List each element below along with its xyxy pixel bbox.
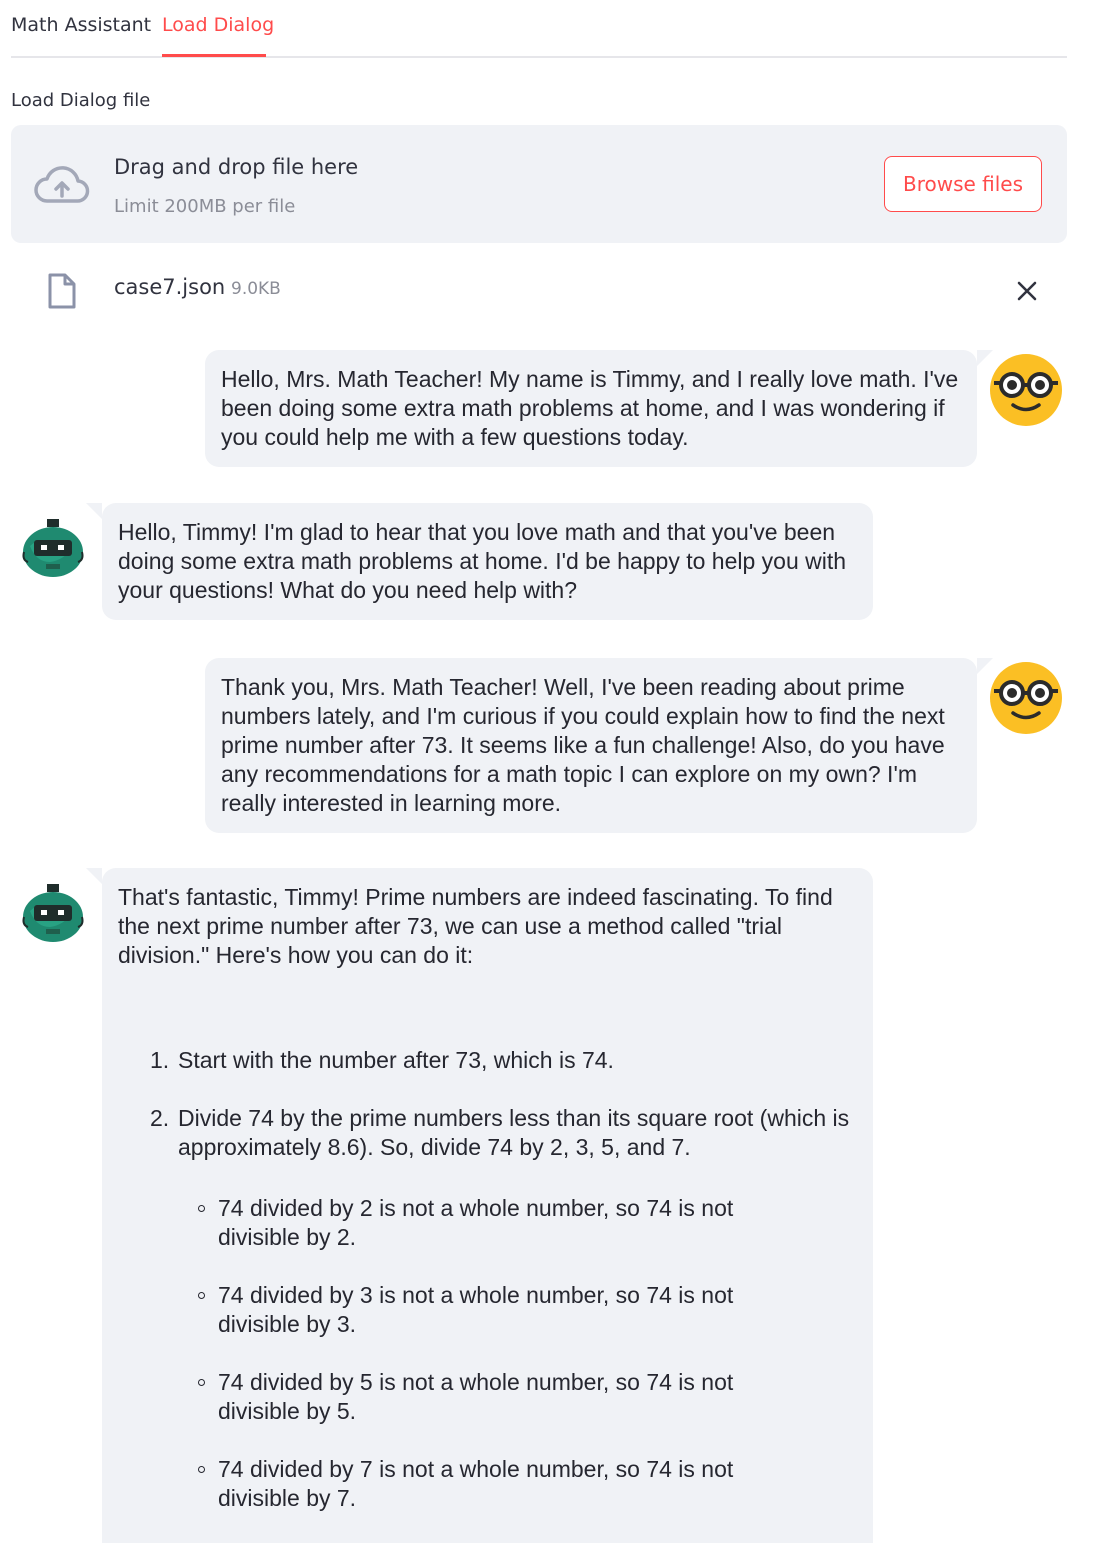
nerd-face-icon <box>990 354 1062 426</box>
steps-list: 1. Start with the number after 73, which… <box>150 1046 850 1191</box>
tab-bar: Math Assistant Load Dialog <box>11 0 1067 58</box>
uploaded-file-row: case7.json 9.0KB <box>11 262 1067 318</box>
chat-message-assistant: That's fantastic, Timmy! Prime numbers a… <box>86 868 873 1543</box>
message-text: Hello, Mrs. Math Teacher! My name is Tim… <box>221 366 959 450</box>
close-icon[interactable] <box>1016 280 1038 302</box>
bullet-item: 74 divided by 5 is not a whole number, s… <box>198 1368 802 1426</box>
list-number: 2. <box>150 1105 170 1131</box>
file-dropzone[interactable]: Drag and drop file here Limit 200MB per … <box>11 125 1067 243</box>
list-item-text: Start with the number after 73, which is… <box>178 1047 614 1073</box>
cloud-upload-icon <box>34 166 90 203</box>
bullet-text: 74 divided by 5 is not a whole number, s… <box>218 1369 734 1424</box>
bullet-text: 74 divided by 2 is not a whole number, s… <box>218 1195 734 1250</box>
robot-icon <box>22 884 84 942</box>
list-item: 2. Divide 74 by the prime numbers less t… <box>150 1104 850 1162</box>
substeps-list: 74 divided by 2 is not a whole number, s… <box>102 1194 802 1542</box>
bullet-item: 74 divided by 2 is not a whole number, s… <box>198 1194 802 1252</box>
bullet-item: 74 divided by 3 is not a whole number, s… <box>198 1281 802 1339</box>
chat-message-assistant: Hello, Timmy! I'm glad to hear that you … <box>86 503 873 620</box>
file-size: 9.0KB <box>231 279 281 299</box>
robot-icon <box>22 519 84 577</box>
bullet-icon <box>198 1466 205 1473</box>
dropzone-limit: Limit 200MB per file <box>114 196 296 217</box>
file-icon <box>48 273 76 309</box>
uploader-label: Load Dialog file <box>11 90 151 111</box>
bullet-icon <box>198 1292 205 1299</box>
list-number: 1. <box>150 1047 170 1073</box>
app-page: Math Assistant Load Dialog Load Dialog f… <box>0 0 1117 1543</box>
chat-message-user: Hello, Mrs. Math Teacher! My name is Tim… <box>205 350 993 467</box>
dropzone-instructions: Drag and drop file here <box>114 155 359 179</box>
bullet-item: 74 divided by 7 is not a whole number, s… <box>198 1455 802 1513</box>
chat-message-user: Thank you, Mrs. Math Teacher! Well, I've… <box>205 658 993 833</box>
bullet-text: 74 divided by 7 is not a whole number, s… <box>218 1456 734 1511</box>
bullet-text: 74 divided by 3 is not a whole number, s… <box>218 1282 734 1337</box>
message-text: Thank you, Mrs. Math Teacher! Well, I've… <box>221 674 945 816</box>
bullet-icon <box>198 1205 205 1212</box>
browse-files-button[interactable]: Browse files <box>884 156 1042 212</box>
active-tab-indicator <box>162 54 266 57</box>
file-name: case7.json <box>114 275 226 299</box>
nerd-face-icon <box>990 662 1062 734</box>
tab-math-assistant[interactable]: Math Assistant <box>11 14 151 36</box>
tab-load-dialog[interactable]: Load Dialog <box>162 14 274 36</box>
message-intro: That's fantastic, Timmy! Prime numbers a… <box>118 884 833 968</box>
message-text: Hello, Timmy! I'm glad to hear that you … <box>118 519 847 603</box>
bullet-icon <box>198 1379 205 1386</box>
list-item: 1. Start with the number after 73, which… <box>150 1046 850 1075</box>
list-item-text: Divide 74 by the prime numbers less than… <box>178 1105 850 1160</box>
